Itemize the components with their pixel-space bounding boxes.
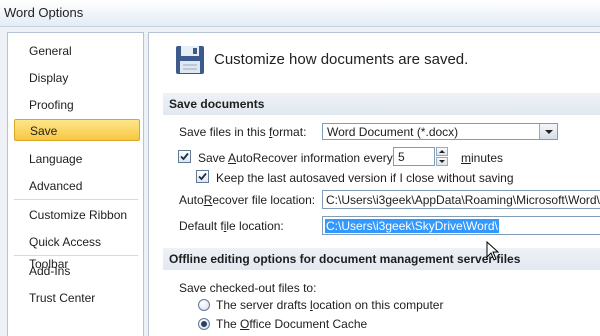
spin-up-icon[interactable] — [436, 147, 448, 156]
sidebar: General Display Proofing Save Language A… — [7, 32, 144, 336]
mouse-pointer-icon — [486, 241, 500, 261]
sidebar-item-customize-ribbon[interactable]: Customize Ribbon — [14, 204, 140, 226]
main-panel: Customize how documents are saved. Save … — [148, 32, 600, 336]
radio-office-document-cache-label: The Office Document Cache — [216, 317, 368, 331]
sidebar-divider — [14, 255, 138, 256]
title-bar: Word Options — [0, 0, 600, 27]
minutes-label: minutes — [461, 151, 504, 165]
save-format-value: Word Document (*.docx) — [327, 125, 459, 139]
sidebar-divider — [14, 199, 138, 200]
sidebar-item-language[interactable]: Language — [14, 148, 140, 170]
sidebar-item-save[interactable]: Save — [14, 119, 140, 141]
checkmark-icon — [180, 152, 189, 161]
save-format-dropdown[interactable]: Word Document (*.docx) — [322, 123, 558, 140]
floppy-disk-icon — [176, 46, 204, 74]
keep-last-autosaved-label: Keep the last autosaved version if I clo… — [216, 171, 514, 185]
default-location-label: Default file location: — [179, 219, 284, 233]
default-location-field[interactable]: C:\Users\i3geek\SkyDrive\Word\ — [322, 216, 600, 235]
window-title: Word Options — [4, 5, 84, 20]
autorecover-minutes-input[interactable]: 5 — [393, 147, 435, 166]
sidebar-item-general[interactable]: General — [14, 40, 140, 62]
sidebar-item-trust-center[interactable]: Trust Center — [14, 287, 140, 309]
autorecover-minutes-stepper[interactable] — [436, 147, 448, 166]
save-checked-out-label: Save checked-out files to: — [179, 281, 317, 295]
keep-last-autosaved-checkbox[interactable] — [196, 170, 209, 183]
section-header-save-documents: Save documents — [163, 93, 600, 115]
sidebar-item-advanced[interactable]: Advanced — [14, 175, 140, 197]
save-format-label: Save files in this format: — [179, 125, 307, 139]
section-header-offline-editing: Offline editing options for document man… — [163, 248, 600, 270]
radio-server-drafts[interactable] — [198, 299, 210, 311]
checkmark-icon — [198, 172, 207, 181]
radio-server-drafts-label: The server drafts location on this compu… — [216, 298, 444, 312]
chevron-down-icon[interactable] — [539, 124, 557, 139]
autorecover-checkbox[interactable] — [178, 150, 191, 163]
autorecover-label: Save AutoRecover information every — [198, 151, 393, 165]
sidebar-item-display[interactable]: Display — [14, 67, 140, 89]
default-location-value: C:\Users\i3geek\SkyDrive\Word\ — [325, 219, 499, 233]
autorecover-location-field[interactable]: C:\Users\i3geek\AppData\Roaming\Microsof… — [322, 190, 600, 209]
radio-office-document-cache[interactable] — [198, 318, 210, 330]
sidebar-item-quick-access-toolbar[interactable]: Quick Access Toolbar — [14, 231, 140, 271]
sidebar-item-add-ins[interactable]: Add-Ins — [14, 260, 140, 282]
autorecover-location-label: AutoRecover file location: — [179, 193, 316, 207]
spin-down-icon[interactable] — [436, 157, 448, 166]
page-heading: Customize how documents are saved. — [214, 51, 469, 68]
sidebar-item-proofing[interactable]: Proofing — [14, 94, 140, 116]
